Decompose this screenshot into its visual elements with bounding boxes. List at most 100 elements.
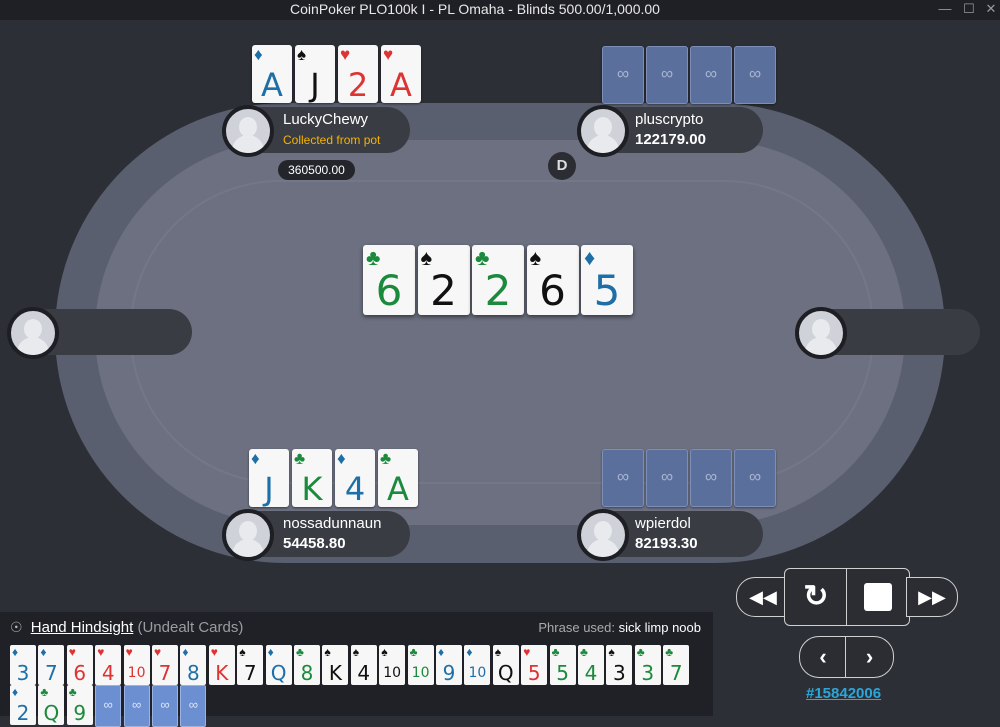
card-rank: 3 xyxy=(613,661,626,685)
undealt-card: ♠ 10 xyxy=(379,645,406,685)
undealt-card: ♠ 7 xyxy=(237,645,264,685)
player-avatar xyxy=(222,509,274,561)
card-rank: 7 xyxy=(669,661,683,685)
coinpoker-logo-icon: ∞ xyxy=(748,64,762,83)
undealt-card: ♦ 9 xyxy=(436,645,462,685)
card-rank: 10 xyxy=(383,665,402,681)
coinpoker-logo-icon: ∞ xyxy=(748,467,762,486)
card-rank: 10 xyxy=(468,665,487,681)
card-rank: 8 xyxy=(300,661,314,685)
hole-card: ♣ K xyxy=(292,449,332,507)
hindsight-header: ☉ Hand Hindsight (Undealt Cards) xyxy=(10,619,243,636)
coinpoker-logo-icon: ∞ xyxy=(160,697,170,712)
card-rank: J xyxy=(310,66,320,103)
undealt-card: ♠ Q xyxy=(492,645,519,685)
undealt-card: ♥ 6 xyxy=(66,645,93,685)
card-rank: 5 xyxy=(593,266,621,315)
spade-icon: ♠ xyxy=(381,645,388,659)
undealt-card: ♥ K xyxy=(208,645,235,685)
undealt-card: ♣ Q xyxy=(38,685,65,725)
card-rank: 2 xyxy=(347,66,369,103)
card-back: ∞ xyxy=(646,449,688,507)
hand-hindsight-panel: ☉ Hand Hindsight (Undealt Cards) Phrase … xyxy=(0,612,713,727)
diamond-icon: ♦ xyxy=(337,449,346,468)
card-rank: 2 xyxy=(16,701,30,725)
player-name: nossadunnaun xyxy=(283,515,382,532)
diamond-icon: ♦ xyxy=(438,645,445,659)
card-rank: K xyxy=(215,661,229,685)
hole-card: ♥ 2 xyxy=(338,45,378,103)
undealt-card: ♦ 7 xyxy=(38,645,65,685)
hole-card: ♣ A xyxy=(378,449,418,507)
coinpoker-logo-icon: ∞ xyxy=(616,467,630,486)
title-bar: CoinPoker PLO100k I - PL Omaha - Blinds … xyxy=(0,0,1000,20)
undealt-card-back: ∞ xyxy=(180,685,207,727)
undealt-card: ♦ 2 xyxy=(10,685,36,725)
player-avatar xyxy=(577,105,629,157)
card-rank: Q xyxy=(270,661,287,685)
hindsight-title[interactable]: Hand Hindsight xyxy=(31,619,134,636)
card-rank: A xyxy=(387,470,409,507)
card-rank: 9 xyxy=(442,661,456,685)
poker-table-inner-line xyxy=(130,180,874,484)
club-icon: ♣ xyxy=(68,685,77,699)
undealt-card-back: ∞ xyxy=(123,685,150,727)
card-rank: 4 xyxy=(357,661,371,685)
fast-forward-button[interactable]: ▶▶ xyxy=(906,577,958,617)
undealt-card: ♦ Q xyxy=(265,645,292,685)
previous-step-button[interactable]: ‹ xyxy=(799,636,847,678)
undealt-card: ♣ 5 xyxy=(549,645,576,685)
board-card: ♠ 2 xyxy=(417,245,470,315)
club-icon: ♣ xyxy=(409,645,418,659)
card-rank: 10 xyxy=(127,665,146,681)
spade-icon: ♠ xyxy=(239,645,246,659)
player-status: Collected from pot xyxy=(283,133,381,147)
rewind-button[interactable]: ◀◀ xyxy=(736,577,790,617)
club-icon: ♣ xyxy=(636,645,645,659)
card-rank: 6 xyxy=(73,661,87,685)
undealt-card: ♥ 7 xyxy=(152,645,178,685)
card-rank: 6 xyxy=(375,266,403,315)
card-rank: 5 xyxy=(556,661,569,685)
coinpoker-logo-icon: ∞ xyxy=(103,697,113,712)
empty-seat-avatar[interactable] xyxy=(7,307,59,359)
player-stack: 122179.00 xyxy=(635,131,706,148)
card-rank: 2 xyxy=(484,266,512,315)
undealt-card: ♦ 3 xyxy=(10,645,36,685)
card-back: ∞ xyxy=(690,449,732,507)
maximize-icon[interactable]: ☐ xyxy=(960,0,978,18)
player-avatar xyxy=(222,105,274,157)
stop-icon xyxy=(864,583,892,611)
hole-card: ♦ 4 xyxy=(335,449,375,507)
window-title: CoinPoker PLO100k I - PL Omaha - Blinds … xyxy=(290,1,660,17)
coinpoker-logo-icon: ∞ xyxy=(704,64,718,83)
heart-icon: ♥ xyxy=(97,645,105,659)
hand-id-link[interactable]: #15842006 xyxy=(806,685,881,702)
heart-icon: ♥ xyxy=(154,645,162,659)
player-name: pluscrypto xyxy=(635,111,704,128)
undealt-card-back: ∞ xyxy=(152,685,178,727)
undealt-card: ♣ 9 xyxy=(66,685,93,725)
card-back: ∞ xyxy=(690,46,732,104)
undealt-card: ♣ 8 xyxy=(294,645,320,685)
heart-icon: ♥ xyxy=(523,645,531,659)
card-rank: 4 xyxy=(101,661,115,685)
minimize-icon[interactable]: — xyxy=(936,0,954,18)
undealt-card: ♦ 10 xyxy=(464,645,491,685)
undealt-card-back: ∞ xyxy=(95,685,122,727)
coinpoker-logo-icon: ∞ xyxy=(660,64,674,83)
club-icon: ♣ xyxy=(580,645,588,659)
replay-button[interactable]: ↻ xyxy=(784,568,848,626)
coinpoker-logo-icon: ∞ xyxy=(660,467,674,486)
stop-button[interactable] xyxy=(846,568,910,626)
next-step-button[interactable]: › xyxy=(845,636,894,678)
fast-forward-icon: ▶▶ xyxy=(918,587,946,607)
empty-seat-avatar[interactable] xyxy=(795,307,847,359)
spade-icon: ♠ xyxy=(494,645,502,659)
close-icon[interactable]: ✕ xyxy=(982,0,1000,18)
hole-card: ♦ J xyxy=(249,449,289,507)
card-rank: 4 xyxy=(584,661,598,685)
club-icon: ♣ xyxy=(380,449,392,468)
card-rank: 7 xyxy=(158,661,172,685)
card-rank: K xyxy=(301,470,323,507)
